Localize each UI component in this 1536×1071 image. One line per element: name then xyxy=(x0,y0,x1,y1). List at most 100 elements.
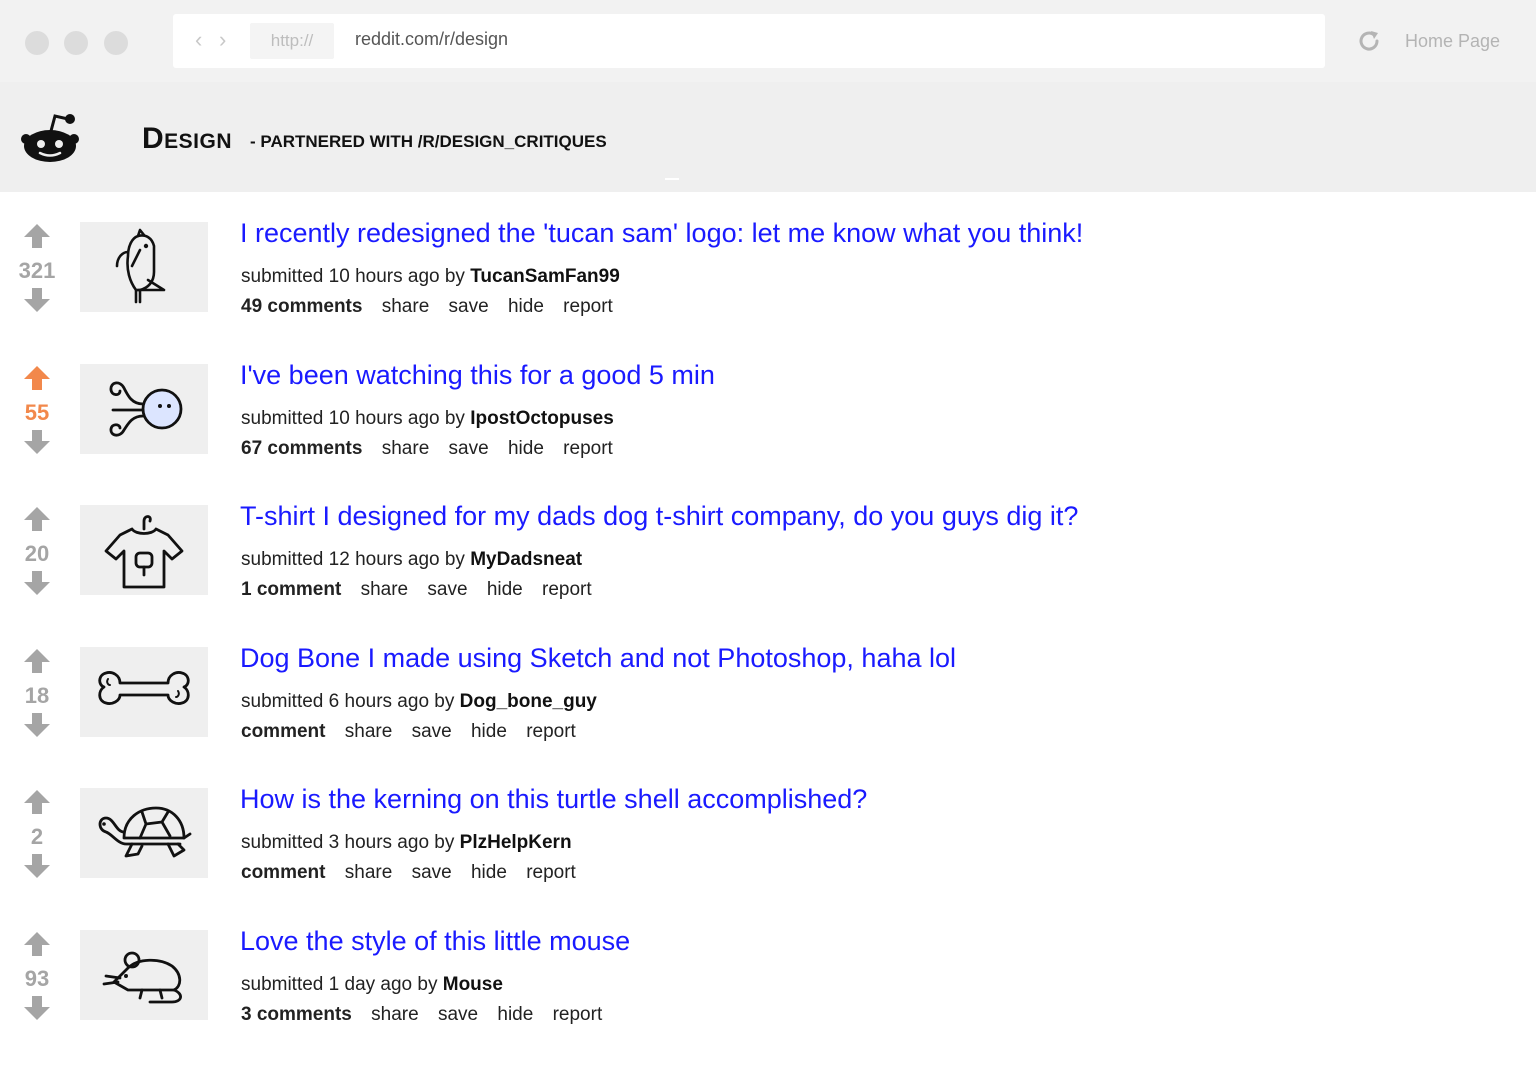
post-item: 93 Love the style of this little mouse s… xyxy=(0,900,1536,1042)
back-icon[interactable]: ‹ xyxy=(195,28,202,52)
share-link[interactable]: share xyxy=(345,721,393,742)
share-link[interactable]: share xyxy=(345,862,393,883)
post-thumbnail[interactable] xyxy=(80,929,208,1020)
post-title-link[interactable]: T-shirt I designed for my dads dog t-shi… xyxy=(240,501,1078,532)
subreddit-header: Design - PARTNERED WITH /r/DESIGN_CRITIQ… xyxy=(0,82,1536,192)
post-author-link[interactable]: IpostOctopuses xyxy=(470,408,614,429)
post-title-link[interactable]: I've been watching this for a good 5 min xyxy=(240,360,715,391)
post-tagline: submitted 6 hours ago by Dog_bone_guy xyxy=(241,691,597,713)
turtle-icon xyxy=(98,806,192,858)
hide-link[interactable]: hide xyxy=(487,579,523,600)
post-thumbnail[interactable] xyxy=(80,363,208,454)
post-tagline: submitted 3 hours ago by PlzHelpKern xyxy=(241,832,572,854)
hide-link[interactable]: hide xyxy=(508,296,544,317)
save-link[interactable]: save xyxy=(412,721,452,742)
downvote-arrow-icon[interactable] xyxy=(23,286,51,314)
bone-icon xyxy=(98,670,190,705)
post-thumbnail[interactable] xyxy=(80,505,208,595)
post-submitted-text: submitted 1 day ago by xyxy=(241,973,438,995)
report-link[interactable]: report xyxy=(563,296,613,317)
octopus-icon xyxy=(109,381,183,437)
report-link[interactable]: report xyxy=(526,862,576,883)
post-title-link[interactable]: Love the style of this little mouse xyxy=(240,926,630,957)
post-thumbnail[interactable] xyxy=(80,788,208,878)
subreddit-tagline: - PARTNERED WITH /r/DESIGN_CRITIQUES xyxy=(250,132,607,151)
hide-link[interactable]: hide xyxy=(471,862,507,883)
hide-link[interactable]: hide xyxy=(508,438,544,459)
vote-box: 55 xyxy=(17,364,57,458)
upvote-arrow-icon[interactable] xyxy=(23,505,51,533)
post-submitted-text: submitted 12 hours ago by xyxy=(241,549,465,570)
post-tagline: submitted 1 day ago by Mouse xyxy=(241,974,503,996)
home-page-link[interactable]: Home Page xyxy=(1405,31,1500,52)
save-link[interactable]: save xyxy=(449,296,489,317)
mouse-icon xyxy=(102,951,182,1003)
url-text[interactable]: reddit.com/r/design xyxy=(355,29,508,50)
window-zoom-button[interactable] xyxy=(104,31,128,55)
post-item: 18 Dog Bone I made using Sketch and not … xyxy=(0,617,1536,759)
comments-link[interactable]: 1 comment xyxy=(241,579,341,600)
reddit-snoo-logo[interactable] xyxy=(21,112,81,164)
post-score: 55 xyxy=(24,399,50,425)
reload-icon[interactable] xyxy=(1356,28,1382,54)
save-link[interactable]: save xyxy=(412,862,452,883)
post-author-link[interactable]: PlzHelpKern xyxy=(460,832,572,853)
upvote-arrow-icon[interactable] xyxy=(23,222,51,250)
report-link[interactable]: report xyxy=(553,1004,603,1025)
share-link[interactable]: share xyxy=(361,579,409,600)
window-close-button[interactable] xyxy=(25,31,49,55)
post-tagline: submitted 12 hours ago by MyDadsneat xyxy=(241,549,582,571)
post-tagline: submitted 10 hours ago by IpostOctopuses xyxy=(241,408,614,430)
comments-link[interactable]: comment xyxy=(241,862,325,883)
post-title-link[interactable]: I recently redesigned the 'tucan sam' lo… xyxy=(240,218,1083,249)
post-tagline: submitted 10 hours ago by TucanSamFan99 xyxy=(241,266,620,288)
post-score: 93 xyxy=(24,965,50,991)
upvote-arrow-icon[interactable] xyxy=(23,788,51,816)
report-link[interactable]: report xyxy=(542,579,592,600)
comments-link[interactable]: 67 comments xyxy=(241,438,362,459)
upvote-arrow-icon[interactable] xyxy=(23,364,51,392)
address-bar[interactable]: ‹ › http:// reddit.com/r/design xyxy=(173,14,1325,68)
post-thumbnail[interactable] xyxy=(80,646,208,737)
post-author-link[interactable]: Dog_bone_guy xyxy=(460,691,597,712)
upvote-arrow-icon[interactable] xyxy=(23,930,51,958)
post-title-link[interactable]: How is the kerning on this turtle shell … xyxy=(240,784,867,815)
post-submitted-text: submitted 6 hours ago by xyxy=(241,690,455,712)
downvote-arrow-icon[interactable] xyxy=(23,428,51,456)
hide-link[interactable]: hide xyxy=(471,721,507,742)
post-thumbnail[interactable] xyxy=(80,222,208,312)
forward-icon[interactable]: › xyxy=(219,28,226,52)
vote-box: 20 xyxy=(17,505,57,599)
post-author-link[interactable]: Mouse xyxy=(443,974,503,995)
post-buttons: 67 comments share save hide report xyxy=(241,438,627,460)
comments-link[interactable]: 3 comments xyxy=(241,1004,352,1025)
hide-link[interactable]: hide xyxy=(497,1004,533,1025)
save-link[interactable]: save xyxy=(449,438,489,459)
vote-box: 93 xyxy=(17,930,57,1024)
share-link[interactable]: share xyxy=(382,296,430,317)
post-title-link[interactable]: Dog Bone I made using Sketch and not Pho… xyxy=(240,643,956,674)
share-link[interactable]: share xyxy=(382,438,430,459)
save-link[interactable]: save xyxy=(438,1004,478,1025)
post-author-link[interactable]: TucanSamFan99 xyxy=(470,266,620,287)
report-link[interactable]: report xyxy=(526,721,576,742)
post-submitted-text: submitted 10 hours ago by xyxy=(241,407,465,429)
post-submitted-text: submitted 3 hours ago by xyxy=(241,832,455,853)
downvote-arrow-icon[interactable] xyxy=(23,569,51,597)
post-item: 321 I recently redesigned the 'tucan sam… xyxy=(0,192,1536,334)
upvote-arrow-icon[interactable] xyxy=(23,647,51,675)
window-minimize-button[interactable] xyxy=(64,31,88,55)
save-link[interactable]: save xyxy=(427,579,467,600)
downvote-arrow-icon[interactable] xyxy=(23,994,51,1022)
share-link[interactable]: share xyxy=(371,1004,419,1025)
browser-chrome: ‹ › http:// reddit.com/r/design Home Pag… xyxy=(0,0,1536,82)
post-author-link[interactable]: MyDadsneat xyxy=(470,549,582,570)
comments-link[interactable]: 49 comments xyxy=(241,296,362,317)
comments-link[interactable]: comment xyxy=(241,721,325,742)
report-link[interactable]: report xyxy=(563,438,613,459)
downvote-arrow-icon[interactable] xyxy=(23,711,51,739)
subreddit-title[interactable]: Design xyxy=(142,122,232,156)
vote-box: 2 xyxy=(17,788,57,882)
downvote-arrow-icon[interactable] xyxy=(23,852,51,880)
post-buttons: 1 comment share save hide report xyxy=(241,579,606,601)
